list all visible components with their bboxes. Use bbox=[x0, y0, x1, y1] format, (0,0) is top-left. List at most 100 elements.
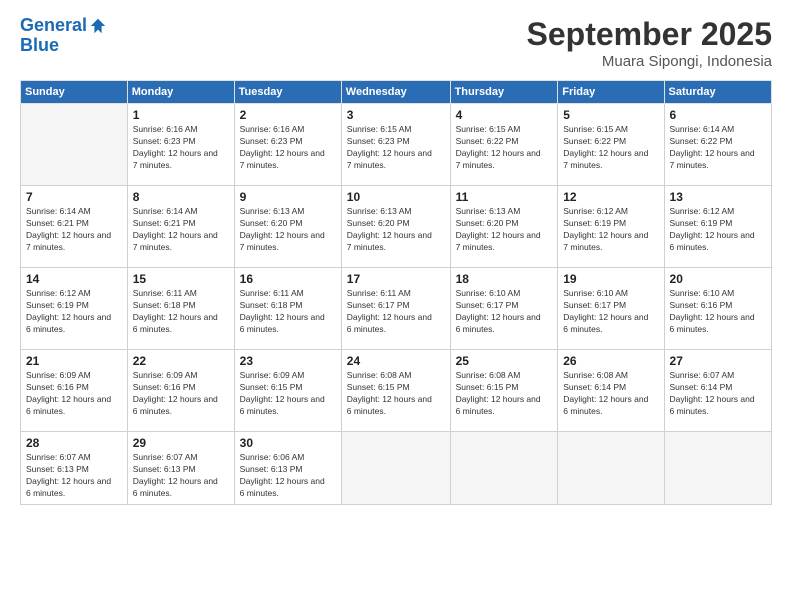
logo-icon bbox=[89, 17, 107, 35]
daylight-text-2: 7 minutes. bbox=[133, 160, 229, 172]
daylight-text: Daylight: 12 hours and bbox=[563, 148, 658, 160]
daylight-text-2: 6 minutes. bbox=[347, 406, 445, 418]
day-info: Sunrise: 6:16 AMSunset: 6:23 PMDaylight:… bbox=[240, 124, 336, 172]
day-info: Sunrise: 6:16 AMSunset: 6:23 PMDaylight:… bbox=[133, 124, 229, 172]
day-info: Sunrise: 6:07 AMSunset: 6:14 PMDaylight:… bbox=[670, 370, 766, 418]
table-row: 22Sunrise: 6:09 AMSunset: 6:16 PMDayligh… bbox=[127, 350, 234, 432]
table-row bbox=[341, 432, 450, 505]
sunset-text: Sunset: 6:18 PM bbox=[133, 300, 229, 312]
day-info: Sunrise: 6:09 AMSunset: 6:16 PMDaylight:… bbox=[133, 370, 229, 418]
table-row: 7Sunrise: 6:14 AMSunset: 6:21 PMDaylight… bbox=[21, 186, 128, 268]
sunset-text: Sunset: 6:13 PM bbox=[133, 464, 229, 476]
daylight-text: Daylight: 12 hours and bbox=[240, 476, 336, 488]
day-info: Sunrise: 6:14 AMSunset: 6:21 PMDaylight:… bbox=[133, 206, 229, 254]
table-row: 27Sunrise: 6:07 AMSunset: 6:14 PMDayligh… bbox=[664, 350, 771, 432]
daylight-text-2: 6 minutes. bbox=[240, 488, 336, 500]
daylight-text: Daylight: 12 hours and bbox=[26, 312, 122, 324]
daylight-text-2: 7 minutes. bbox=[26, 242, 122, 254]
table-row: 13Sunrise: 6:12 AMSunset: 6:19 PMDayligh… bbox=[664, 186, 771, 268]
sunrise-text: Sunrise: 6:10 AM bbox=[670, 288, 766, 300]
day-number: 3 bbox=[347, 108, 445, 122]
sunrise-text: Sunrise: 6:10 AM bbox=[563, 288, 658, 300]
logo-general: General bbox=[20, 15, 87, 35]
sunrise-text: Sunrise: 6:14 AM bbox=[133, 206, 229, 218]
table-row: 21Sunrise: 6:09 AMSunset: 6:16 PMDayligh… bbox=[21, 350, 128, 432]
table-row: 4 Sunrise: 6:15 AMSunset: 6:22 PMDaylight… bbox=[450, 104, 558, 186]
day-info: Sunrise: 6:09 AMSunset: 6:15 PMDaylight:… bbox=[240, 370, 336, 418]
day-number: 8 bbox=[133, 190, 229, 204]
table-row: 18Sunrise: 6:10 AMSunset: 6:17 PMDayligh… bbox=[450, 268, 558, 350]
table-row: 28Sunrise: 6:07 AMSunset: 6:13 PMDayligh… bbox=[21, 432, 128, 505]
header-friday: Friday bbox=[558, 81, 664, 104]
sunrise-text: Sunrise: 6:15 AM bbox=[456, 124, 553, 136]
daylight-text: Daylight: 12 hours and bbox=[26, 476, 122, 488]
daylight-text: Daylight: 12 hours and bbox=[563, 394, 658, 406]
sunrise-text: Sunrise: 6:13 AM bbox=[347, 206, 445, 218]
day-number: 6 bbox=[670, 108, 766, 122]
sunset-text: Sunset: 6:22 PM bbox=[456, 136, 553, 148]
day-number: 23 bbox=[240, 354, 336, 368]
sunrise-text: Sunrise: 6:08 AM bbox=[456, 370, 553, 382]
daylight-text-2: 7 minutes. bbox=[133, 242, 229, 254]
day-info: Sunrise: 6:15 AMSunset: 6:22 PMDaylight:… bbox=[456, 124, 553, 172]
day-info: Sunrise: 6:13 AMSunset: 6:20 PMDaylight:… bbox=[347, 206, 445, 254]
sunrise-text: Sunrise: 6:11 AM bbox=[347, 288, 445, 300]
daylight-text: Daylight: 12 hours and bbox=[670, 312, 766, 324]
header-sunday: Sunday bbox=[21, 81, 128, 104]
page: General Blue September 2025 Muara Sipong… bbox=[0, 0, 792, 612]
day-number: 25 bbox=[456, 354, 553, 368]
daylight-text: Daylight: 12 hours and bbox=[26, 230, 122, 242]
day-number: 17 bbox=[347, 272, 445, 286]
table-row: 12Sunrise: 6:12 AMSunset: 6:19 PMDayligh… bbox=[558, 186, 664, 268]
daylight-text-2: 6 minutes. bbox=[456, 406, 553, 418]
day-info: Sunrise: 6:07 AMSunset: 6:13 PMDaylight:… bbox=[133, 452, 229, 500]
daylight-text: Daylight: 12 hours and bbox=[670, 394, 766, 406]
daylight-text-2: 7 minutes. bbox=[670, 160, 766, 172]
day-number: 21 bbox=[26, 354, 122, 368]
table-row: 15Sunrise: 6:11 AMSunset: 6:18 PMDayligh… bbox=[127, 268, 234, 350]
day-info: Sunrise: 6:10 AMSunset: 6:16 PMDaylight:… bbox=[670, 288, 766, 336]
sunrise-text: Sunrise: 6:10 AM bbox=[456, 288, 553, 300]
day-info: Sunrise: 6:15 AMSunset: 6:23 PMDaylight:… bbox=[347, 124, 445, 172]
daylight-text-2: 6 minutes. bbox=[26, 406, 122, 418]
header-wednesday: Wednesday bbox=[341, 81, 450, 104]
location: Muara Sipongi, Indonesia bbox=[527, 53, 772, 70]
daylight-text: Daylight: 12 hours and bbox=[240, 148, 336, 160]
sunrise-text: Sunrise: 6:14 AM bbox=[26, 206, 122, 218]
day-number: 29 bbox=[133, 436, 229, 450]
daylight-text: Daylight: 12 hours and bbox=[563, 312, 658, 324]
table-row: 29 Sunrise: 6:07 AMSunset: 6:13 PMDayligh… bbox=[127, 432, 234, 505]
day-info: Sunrise: 6:12 AMSunset: 6:19 PMDaylight:… bbox=[26, 288, 122, 336]
table-row bbox=[450, 432, 558, 505]
day-number: 2 bbox=[240, 108, 336, 122]
day-number: 16 bbox=[240, 272, 336, 286]
daylight-text-2: 7 minutes. bbox=[563, 242, 658, 254]
day-number: 4 bbox=[456, 108, 553, 122]
day-number: 10 bbox=[347, 190, 445, 204]
day-number: 9 bbox=[240, 190, 336, 204]
logo-text: General bbox=[20, 16, 87, 36]
day-info: Sunrise: 6:14 AMSunset: 6:22 PMDaylight:… bbox=[670, 124, 766, 172]
daylight-text-2: 6 minutes. bbox=[347, 324, 445, 336]
daylight-text-2: 7 minutes. bbox=[563, 160, 658, 172]
day-info: Sunrise: 6:10 AMSunset: 6:17 PMDaylight:… bbox=[456, 288, 553, 336]
sunrise-text: Sunrise: 6:16 AM bbox=[240, 124, 336, 136]
day-info: Sunrise: 6:10 AMSunset: 6:17 PMDaylight:… bbox=[563, 288, 658, 336]
daylight-text: Daylight: 12 hours and bbox=[347, 230, 445, 242]
table-row: 3 Sunrise: 6:15 AMSunset: 6:23 PMDaylight… bbox=[341, 104, 450, 186]
daylight-text-2: 7 minutes. bbox=[347, 242, 445, 254]
table-row: 26Sunrise: 6:08 AMSunset: 6:14 PMDayligh… bbox=[558, 350, 664, 432]
day-info: Sunrise: 6:11 AMSunset: 6:18 PMDaylight:… bbox=[240, 288, 336, 336]
daylight-text-2: 6 minutes. bbox=[26, 488, 122, 500]
sunset-text: Sunset: 6:15 PM bbox=[456, 382, 553, 394]
sunset-text: Sunset: 6:17 PM bbox=[563, 300, 658, 312]
sunrise-text: Sunrise: 6:07 AM bbox=[133, 452, 229, 464]
daylight-text: Daylight: 12 hours and bbox=[347, 394, 445, 406]
sunset-text: Sunset: 6:15 PM bbox=[347, 382, 445, 394]
sunset-text: Sunset: 6:17 PM bbox=[456, 300, 553, 312]
daylight-text-2: 6 minutes. bbox=[133, 406, 229, 418]
day-info: Sunrise: 6:14 AMSunset: 6:21 PMDaylight:… bbox=[26, 206, 122, 254]
table-row: 1Sunrise: 6:16 AMSunset: 6:23 PMDaylight… bbox=[127, 104, 234, 186]
sunrise-text: Sunrise: 6:15 AM bbox=[347, 124, 445, 136]
table-row: 17Sunrise: 6:11 AMSunset: 6:17 PMDayligh… bbox=[341, 268, 450, 350]
